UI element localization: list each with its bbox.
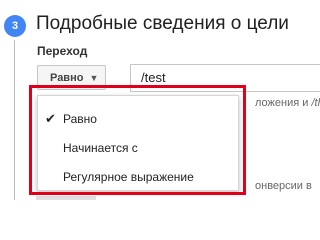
step-number-badge: 3 — [4, 15, 26, 37]
destination-label: Переход — [37, 44, 88, 58]
partial-element — [36, 196, 96, 200]
hint-text-2: онверсии в — [255, 180, 312, 192]
caret-down-icon: ▼ — [89, 72, 99, 83]
highlight-box — [29, 85, 246, 195]
match-type-label: Равно — [50, 71, 84, 84]
hint-text-1-plain: ложения и — [255, 97, 309, 109]
step-connector-line — [14, 40, 15, 200]
hint-text-1-italic: /th — [311, 97, 320, 109]
section-title: Подробные сведения о цели — [36, 13, 289, 34]
hint-text-1: ложения и /th — [255, 97, 320, 109]
